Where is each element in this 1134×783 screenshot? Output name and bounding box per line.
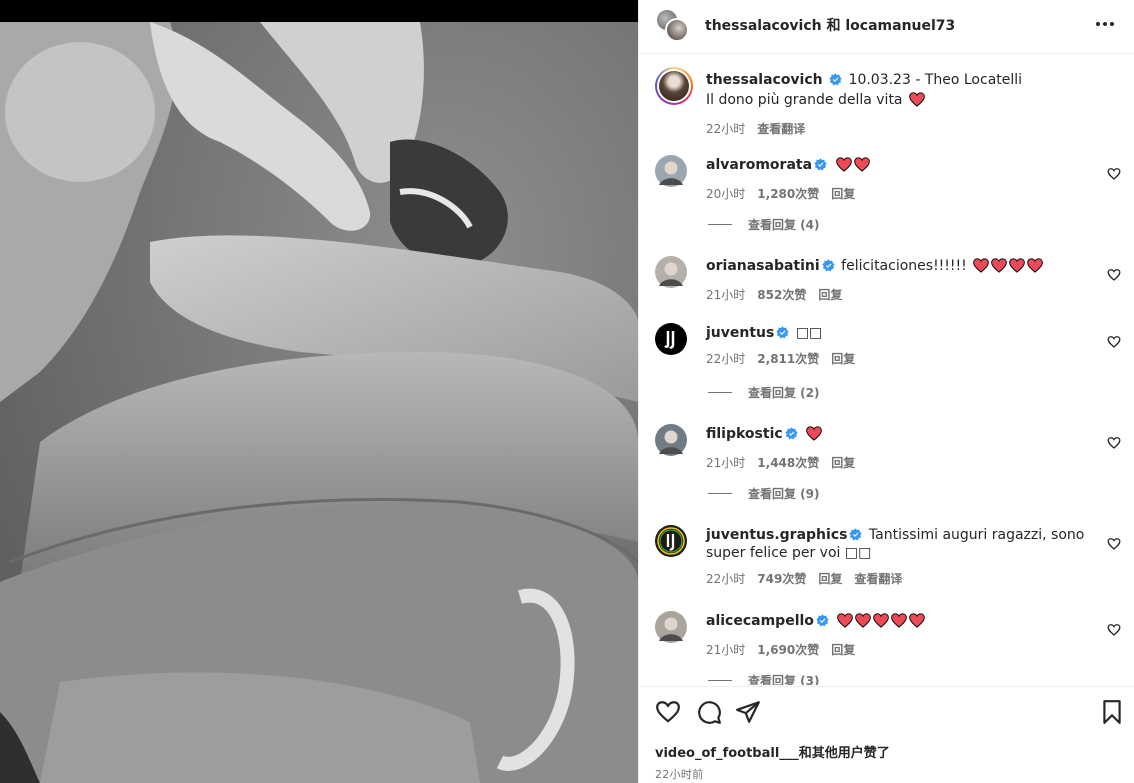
view-replies-label: 查看回复 (3) bbox=[748, 674, 820, 685]
comment-username[interactable]: alicecampello bbox=[706, 613, 814, 629]
post-header: thessalacovich 和 locamanuel73 bbox=[639, 0, 1134, 54]
comment-bubble-icon[interactable] bbox=[696, 699, 722, 725]
liked-by-others[interactable]: 和其他用户赞了 bbox=[799, 746, 890, 761]
avatar[interactable] bbox=[655, 525, 687, 557]
comment-time[interactable]: 22小时 bbox=[706, 350, 745, 368]
comment-username[interactable]: alvaromorata bbox=[706, 157, 812, 173]
post-side-panel: thessalacovich 和 locamanuel73 thessalaco… bbox=[638, 0, 1134, 783]
comment-time[interactable]: 21小时 bbox=[706, 286, 745, 304]
post-time[interactable]: 22小时前 bbox=[655, 766, 704, 782]
avatar[interactable] bbox=[655, 611, 687, 643]
avatar[interactable] bbox=[655, 424, 687, 456]
reply-button[interactable]: 回复 bbox=[831, 454, 855, 472]
comment-time[interactable]: 21小时 bbox=[706, 454, 745, 472]
comment-like-icon[interactable] bbox=[1107, 436, 1121, 450]
avatar[interactable] bbox=[655, 155, 687, 187]
post-actions: video_of_football___和其他用户赞了 22小时前 bbox=[639, 686, 1134, 783]
reply-button[interactable]: 回复 bbox=[831, 185, 855, 203]
heart-emoji bbox=[806, 426, 824, 446]
comment-time[interactable]: 20小时 bbox=[706, 185, 745, 203]
avatar[interactable] bbox=[655, 323, 687, 355]
reply-button[interactable]: 回复 bbox=[831, 350, 855, 368]
comment-username[interactable]: filipkostic bbox=[706, 426, 783, 442]
view-replies-label: 查看回复 (4) bbox=[748, 218, 820, 232]
view-replies-label: 查看回复 (9) bbox=[748, 487, 820, 501]
reply-button[interactable]: 回复 bbox=[818, 286, 842, 304]
liked-by-text: video_of_football___和其他用户赞了 bbox=[655, 742, 890, 761]
verified-badge-icon bbox=[776, 326, 790, 339]
comment-like-icon[interactable] bbox=[1107, 167, 1121, 181]
view-replies-label: 查看回复 (2) bbox=[748, 386, 820, 400]
more-options-button[interactable] bbox=[1091, 12, 1119, 36]
comment-time[interactable]: 21小时 bbox=[706, 641, 745, 659]
avatar[interactable] bbox=[655, 256, 687, 288]
heart-emoji bbox=[837, 613, 927, 633]
caption-text: 10.03.23 - Theo Locatelli bbox=[848, 72, 1023, 88]
comment-likes[interactable]: 2,811次赞 bbox=[757, 350, 819, 368]
comment-likes[interactable]: 1,690次赞 bbox=[757, 641, 819, 659]
verified-badge-icon bbox=[849, 528, 863, 541]
liked-by-user[interactable]: video_of_football___ bbox=[655, 746, 799, 761]
caption-time[interactable]: 22小时 bbox=[706, 120, 745, 138]
comment-like-icon[interactable] bbox=[1107, 623, 1121, 637]
verified-badge-icon bbox=[784, 427, 798, 440]
view-replies-button[interactable]: 查看回复 (9) bbox=[708, 485, 820, 502]
comment-text: □□ bbox=[795, 325, 823, 341]
view-replies-button[interactable]: 查看回复 (2) bbox=[708, 384, 820, 401]
heart-emoji bbox=[909, 92, 927, 112]
caption-text-line2: Il dono più grande della vita bbox=[706, 92, 903, 108]
post-image[interactable] bbox=[0, 22, 638, 783]
comment-like-icon[interactable] bbox=[1107, 268, 1121, 282]
comments-list[interactable]: thessalacovich 10.03.23 - Theo Locatelli… bbox=[639, 55, 1134, 685]
heart-emoji bbox=[835, 157, 872, 177]
comment-text: felicitaciones!!!!!! bbox=[841, 258, 967, 274]
comment-username[interactable]: juventus bbox=[706, 325, 774, 341]
post-authors[interactable]: thessalacovich 和 locamanuel73 bbox=[705, 15, 955, 35]
caption-username[interactable]: thessalacovich bbox=[706, 72, 823, 88]
verified-badge-icon bbox=[822, 259, 835, 272]
paper-plane-icon[interactable] bbox=[735, 699, 761, 725]
comment-likes[interactable]: 1,448次赞 bbox=[757, 454, 819, 472]
heart-outline-icon[interactable] bbox=[655, 699, 681, 725]
reply-button[interactable]: 回复 bbox=[831, 641, 855, 659]
heart-emoji bbox=[973, 258, 1045, 278]
comment-username[interactable]: juventus.graphics bbox=[706, 527, 847, 543]
see-translation-link[interactable]: 查看翻译 bbox=[854, 570, 902, 588]
verified-badge-icon bbox=[814, 158, 827, 171]
post-photo[interactable] bbox=[0, 0, 638, 783]
bookmark-icon[interactable] bbox=[1099, 699, 1125, 725]
baby-hands-photo bbox=[0, 22, 638, 783]
reply-button[interactable]: 回复 bbox=[818, 570, 842, 588]
comment-likes[interactable]: 749次赞 bbox=[757, 570, 806, 588]
view-replies-button[interactable]: 查看回复 (4) bbox=[708, 216, 820, 233]
author-avatar[interactable] bbox=[655, 67, 693, 105]
view-replies-button[interactable]: 查看回复 (3) bbox=[708, 672, 820, 685]
comment-likes[interactable]: 852次赞 bbox=[757, 286, 806, 304]
comment-username[interactable]: orianasabatini bbox=[706, 258, 820, 274]
avatar[interactable] bbox=[665, 18, 689, 42]
see-translation-link[interactable]: 查看翻译 bbox=[757, 120, 805, 138]
comment-time[interactable]: 22小时 bbox=[706, 570, 745, 588]
verified-badge-icon bbox=[816, 614, 829, 627]
more-horizontal-icon bbox=[1096, 22, 1114, 26]
comment-like-icon[interactable] bbox=[1107, 335, 1121, 349]
collab-avatars[interactable] bbox=[655, 8, 691, 44]
comment-like-icon[interactable] bbox=[1107, 537, 1121, 551]
verified-badge-icon bbox=[829, 73, 842, 86]
comment-likes[interactable]: 1,280次赞 bbox=[757, 185, 819, 203]
